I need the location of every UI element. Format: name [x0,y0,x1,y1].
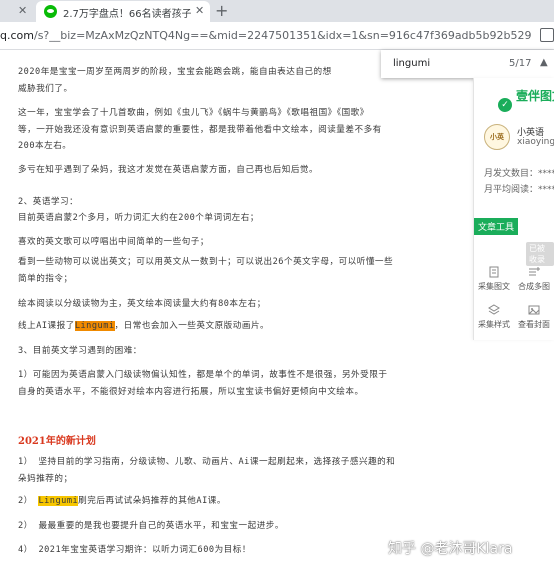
text-line: 等，一开始我还没有意识到英语启蒙的重要性，都是我带着他看中文绘本，阅读量差不多有 [18,124,382,135]
view-cover-button[interactable]: 查看封面 [514,304,554,330]
text-line: 简单的指令； [18,273,73,284]
find-highlight: Lingumi [38,496,79,506]
doc-icon [489,266,499,278]
text-span: 刷完后再试试朵妈推荐的其他AI课。 [78,496,226,506]
find-match-count: 5/17 [509,58,532,69]
collect-article-button[interactable]: 采集图文 [474,266,514,292]
layers-icon [488,304,500,315]
text-line: 2020年是宝宝一周岁至两周岁的阶段，宝宝会能跑会跳，能自由表达自己的想 [18,67,332,77]
extension-logo: ✓ 壹伴图文 [498,87,554,112]
tool-label: 采集图文 [478,282,510,291]
extension-icon[interactable] [540,28,554,42]
close-icon[interactable]: ✕ [195,4,204,17]
text-line: 1） 坚持目前的学习指南，分级读物、儿歌、动画片、Ai课一起刷起来，选择孩子感兴… [18,457,396,467]
text-line: 自身的英语水平，不能很好对绘本内容进行拓展，所以宝宝读书偏好更倾向中文绘本。 [18,386,364,397]
tab-previous[interactable]: ✕ [0,0,36,22]
tools-tag: 文章工具 [474,218,519,235]
paragraph: 绘本阅读以分级读物为主，英文绘本阅读量大约有80本左右； [18,299,266,309]
section-heading: 2、英语学习： [18,197,79,207]
new-tab-button[interactable]: + [215,1,228,20]
logo-text: 壹伴图文 [516,89,554,103]
merge-icon [529,267,540,276]
url-path: /s?__biz=MzAxMzQzNTQ4Ng==&mid=2247501351… [33,29,532,42]
paragraph: 2020年是宝宝一周岁至两周岁的阶段，宝宝会能跑会跳，能自由表达自己的想 威胁我… [18,64,332,97]
section-heading: 3、目前英文学习遇到的困难： [18,346,142,356]
monthly-posts-stat: 月发文数目：**** [484,169,554,179]
text-line: 威胁我们了。 [18,83,73,94]
list-item: 1） 坚持目前的学习指南，分级读物、儿歌、动画片、Ai课一起刷起来，选择孩子感兴… [18,454,395,487]
text-line: 这一年，宝宝学会了十几首歌曲，例如《虫儿飞》《蜗牛与黄鹂鸟》《歌唱祖国》《国歌》 [18,108,369,118]
check-icon: ✓ [498,98,512,112]
find-highlight-current: Lingumi [74,321,115,331]
watermark: 知乎 @老沐哥Klara [388,541,513,557]
wechat-icon [44,5,57,18]
url-host: q.com [0,29,34,42]
list-item: 4） 2021年宝宝英语学习期许：以听力词汇600为目标！ [18,545,251,555]
tool-label: 查看封面 [518,320,550,329]
find-input[interactable]: lingumi [393,58,430,69]
paragraph: 目前英语启蒙2个多月，听力词汇大约在200个单词词左右； [18,213,259,223]
paragraph: 看到一些动物可以说出英文；可以用英文从一数到十；可以说出26个英文字母，可以听懂… [18,254,393,287]
text-line: 1）可能因为英语启蒙入门级读物偏认知性，都是单个的单词，故事性不是很强，另外受限… [18,370,388,380]
text-line: 朵妈推荐的； [18,473,73,484]
tab-strip: ✕ 2.7万字盘点！66名读者孩子的20 ✕ + [0,0,554,22]
list-item: 2） 最最重要的是我也要提升自己的英语水平，和宝宝一起进步。 [18,521,284,531]
extension-sidebar: ✓ 壹伴图文 小英 小英语 xiaoyingy 月发文数目：**** 月平均阅读… [473,78,554,340]
tool-label: 采集样式 [478,320,510,329]
paragraph: 线上AI课报了Lingumi，日常也会加入一些英文原版动画片。 [18,318,269,335]
heading-2021-plan: 2021年的新计划 [18,436,96,447]
text-span: 线上AI课报了 [18,321,75,331]
image-icon [528,305,540,315]
address-bar[interactable]: q.com/s?__biz=MzAxMzQzNTQ4Ng==&mid=22475… [0,22,554,50]
chevron-up-icon[interactable]: ▲ [540,57,554,71]
paragraph: 多亏在知乎遇到了朵妈，我这才发觉在英语启蒙方面，自己再也后知后觉。 [18,165,319,175]
merge-images-button[interactable]: 合成多图 [514,266,554,292]
article-body: 2020年是宝宝一周岁至两周岁的阶段，宝宝会能跑会跳，能自由表达自己的想 威胁我… [0,50,470,569]
paragraph: 1）可能因为英语启蒙入门级读物偏认知性，都是单个的单词，故事性不是很强，另外受限… [18,367,387,400]
avatar: 小英 [484,124,510,150]
find-bar: lingumi 5/17 ▲ [381,50,554,78]
account-id: xiaoyingy [517,137,554,147]
tab-title: 2.7万字盘点！66名读者孩子的20 [63,9,191,20]
url-text[interactable]: q.com/s?__biz=MzAxMzQzNTQ4Ng==&mid=22475… [0,29,532,42]
text-line: 200本左右。 [18,141,72,151]
tool-label: 合成多图 [518,282,550,291]
tab-active[interactable]: 2.7万字盘点！66名读者孩子的20 ✕ [36,1,210,22]
close-icon[interactable]: ✕ [18,4,27,17]
paragraph: 这一年，宝宝学会了十几首歌曲，例如《虫儿飞》《蜗牛与黄鹂鸟》《歌唱祖国》《国歌》… [18,105,382,155]
list-item: 2） Lingumi刷完后再试试朵妈推荐的其他AI课。 [18,496,226,506]
status-badge: 已被收录 [526,242,554,266]
collect-style-button[interactable]: 采集样式 [474,304,514,330]
text-line: 看到一些动物可以说出英文；可以用英文从一数到十；可以说出26个英文字母，可以听懂… [18,257,394,267]
monthly-reads-stat: 月平均阅读：**** [484,185,554,195]
text-span: ，日常也会加入一些英文原版动画片。 [114,321,270,331]
paragraph: 喜欢的英文歌可以哼唱出中间简单的一些句子； [18,237,209,247]
